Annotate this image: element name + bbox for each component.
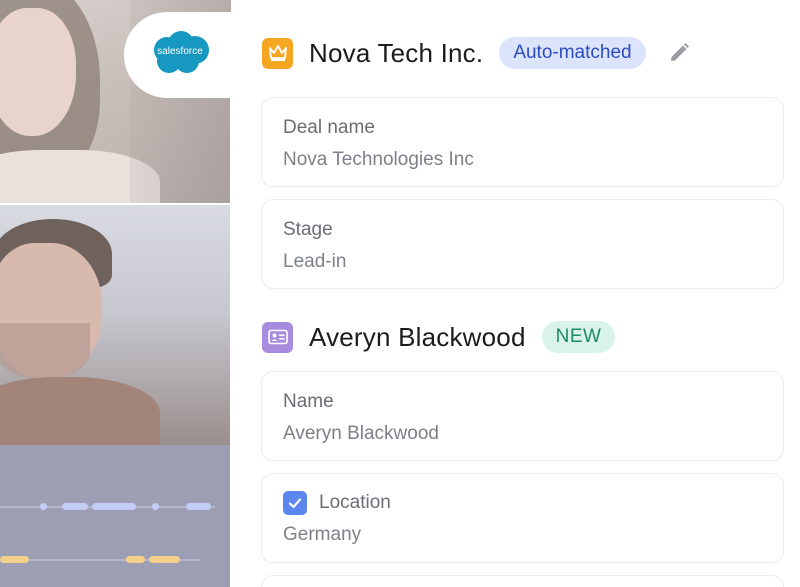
field-value: Germany: [283, 524, 362, 545]
next-field-card[interactable]: [261, 575, 784, 587]
transcript-timeline: [0, 445, 231, 587]
contact-header: Averyn Blackwood NEW: [262, 321, 616, 353]
contact-title: Averyn Blackwood: [309, 321, 526, 352]
deal-name-field[interactable]: Deal name Nova Technologies Inc: [261, 97, 784, 187]
field-label: Location: [319, 492, 391, 513]
location-checkbox[interactable]: [283, 491, 307, 515]
crown-icon: [262, 37, 293, 69]
auto-matched-badge: Auto-matched: [499, 37, 646, 69]
field-value: Lead-in: [283, 251, 347, 272]
field-value: Nova Technologies Inc: [283, 149, 474, 170]
company-title: Nova Tech Inc.: [309, 37, 484, 68]
field-label: Deal name: [283, 117, 375, 138]
company-header: Nova Tech Inc. Auto-matched: [262, 37, 692, 69]
contact-card-icon: [262, 321, 293, 353]
contact-name-field[interactable]: Name Averyn Blackwood: [261, 371, 784, 461]
participant-video-man: [0, 205, 231, 445]
new-badge: NEW: [541, 321, 616, 353]
location-field[interactable]: Location Germany: [261, 473, 784, 563]
salesforce-logo-text: salesforce: [157, 46, 203, 57]
field-value: Averyn Blackwood: [283, 423, 439, 444]
field-label: Name: [283, 391, 334, 412]
field-label: Stage: [283, 219, 333, 240]
location-label-row: Location: [283, 491, 391, 515]
stage-field[interactable]: Stage Lead-in: [261, 199, 784, 289]
pencil-icon[interactable]: [666, 40, 692, 66]
